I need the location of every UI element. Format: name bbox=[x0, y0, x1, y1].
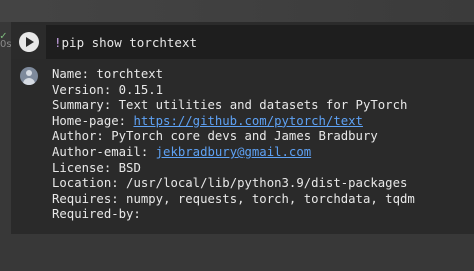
user-avatar-icon[interactable] bbox=[20, 67, 38, 85]
output-value-summary: Text utilities and datasets for PyTorch bbox=[118, 98, 408, 113]
output-value-author: PyTorch core devs and James Bradbury bbox=[111, 129, 378, 144]
home-page-link[interactable]: https://github.com/pytorch/text bbox=[133, 114, 363, 128]
run-cell-button[interactable] bbox=[19, 32, 39, 52]
execution-time-label: 0s bbox=[0, 39, 12, 50]
output-value-location: /usr/local/lib/python3.9/dist-packages bbox=[126, 176, 408, 191]
avatar-head-shape bbox=[26, 70, 32, 76]
notebook-page: ✓ 0s !pip show torchtext Name: torchtext… bbox=[0, 0, 474, 271]
shell-command-token: pip show torchtext bbox=[61, 35, 197, 50]
code-line: !pip show torchtext bbox=[54, 35, 197, 51]
output-key-requires: Requires: bbox=[52, 191, 127, 206]
output-value-name: torchtext bbox=[96, 67, 164, 81]
output-key-version: Version: bbox=[52, 82, 119, 97]
output-line-required-by: Required-by: bbox=[52, 207, 415, 223]
code-editor[interactable]: !pip show torchtext bbox=[46, 25, 474, 59]
output-value-license: BSD bbox=[118, 160, 141, 175]
output-line-location: Location: /usr/local/lib/python3.9/dist-… bbox=[52, 176, 415, 192]
author-email-link[interactable]: jekbradbury@gmail.com bbox=[156, 145, 311, 159]
output-line-author: Author: PyTorch core devs and James Brad… bbox=[52, 129, 415, 145]
output-line-author-email: Author-email: jekbradbury@gmail.com bbox=[52, 145, 415, 161]
output-key-license: License: bbox=[52, 160, 119, 175]
output-text-block: Name: torchtext Version: 0.15.1 Summary:… bbox=[52, 67, 415, 223]
output-line-requires: Requires: numpy, requests, torch, torchd… bbox=[52, 192, 415, 208]
output-line-version: Version: 0.15.1 bbox=[52, 83, 415, 99]
cell-output-area: Name: torchtext Version: 0.15.1 Summary:… bbox=[11, 59, 474, 234]
output-line-home-page: Home-page: https://github.com/pytorch/te… bbox=[52, 114, 415, 130]
output-key-author-email: Author-email: bbox=[52, 144, 156, 159]
avatar-body-shape bbox=[23, 78, 35, 85]
output-key-home-page: Home-page: bbox=[52, 113, 134, 128]
previous-cell-shade bbox=[0, 0, 474, 22]
output-line-name: Name: torchtext bbox=[52, 67, 415, 83]
output-value-version: 0.15.1 bbox=[118, 82, 164, 97]
shell-bang-token: ! bbox=[54, 35, 62, 50]
output-key-required-by: Required-by: bbox=[52, 207, 149, 222]
code-cell-input-row: !pip show torchtext bbox=[11, 22, 474, 59]
output-line-summary: Summary: Text utilities and datasets for… bbox=[52, 98, 415, 114]
output-line-license: License: BSD bbox=[52, 161, 415, 177]
output-key-summary: Summary: bbox=[52, 98, 119, 113]
output-value-requires: numpy, requests, torch, torchdata, tqdm bbox=[126, 191, 415, 206]
previous-cell-edge bbox=[0, 0, 474, 22]
play-icon bbox=[26, 37, 34, 47]
output-key-location: Location: bbox=[52, 176, 127, 191]
output-key-name: Name: bbox=[52, 67, 97, 81]
code-cell[interactable]: !pip show torchtext Name: torchtext Vers… bbox=[11, 22, 474, 234]
output-key-author: Author: bbox=[52, 129, 112, 144]
